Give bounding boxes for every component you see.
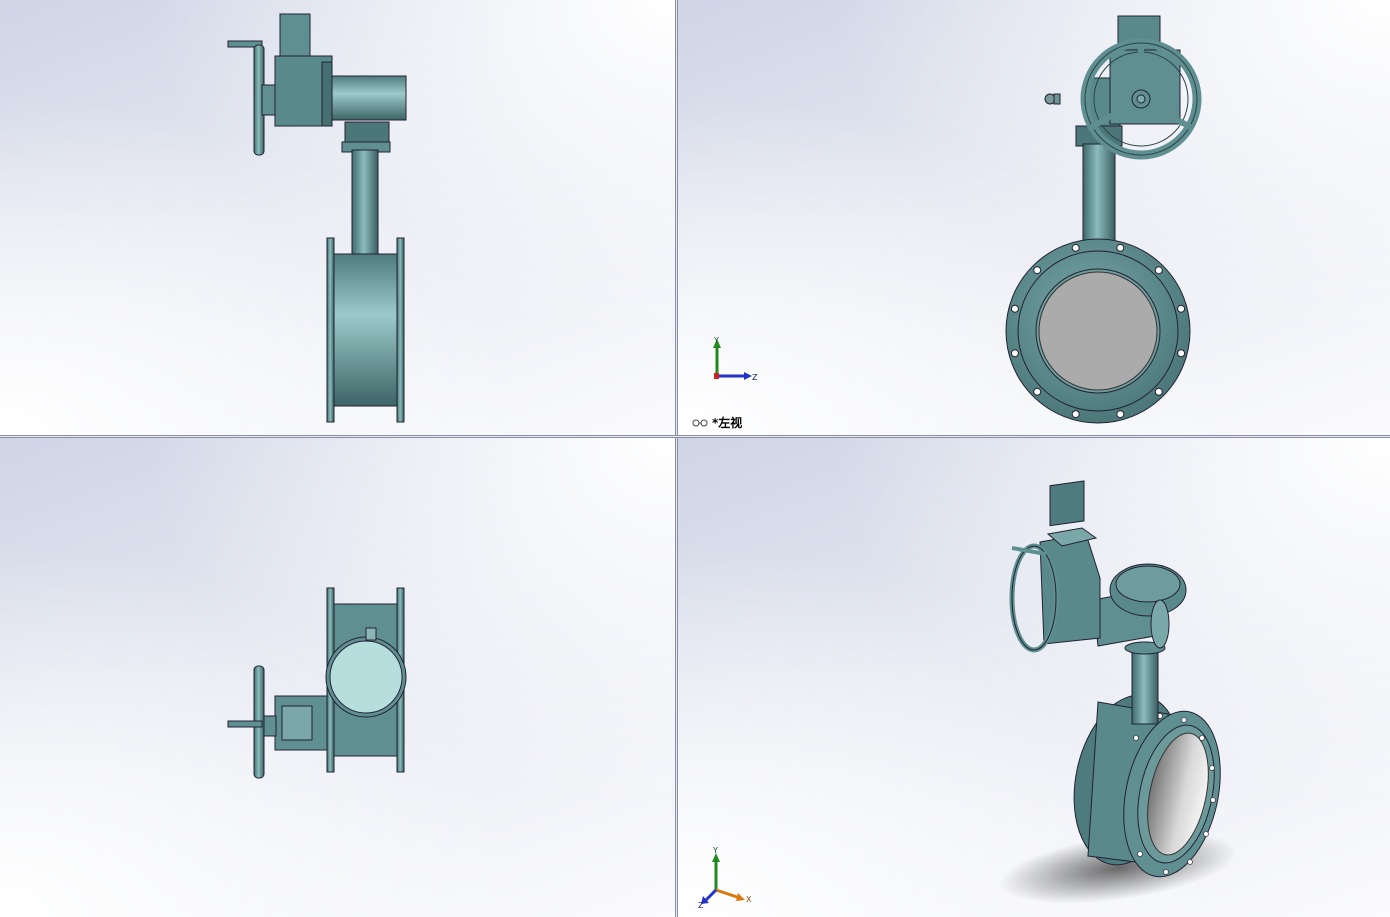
viewport-top[interactable]: [0, 438, 675, 917]
viewport-left[interactable]: Y Z *左视: [678, 0, 1390, 435]
valve-front-model[interactable]: [0, 0, 675, 435]
viewport-front[interactable]: [0, 0, 675, 435]
view-label: *左视: [692, 414, 742, 431]
bolt-hole: [1010, 304, 1019, 313]
valve-top-model[interactable]: [0, 438, 675, 917]
viewport-splitter-horizontal[interactable]: [0, 435, 1390, 438]
glasses-icon: [692, 419, 708, 426]
bolt-hole: [1071, 410, 1080, 419]
bolt-hole: [1010, 349, 1019, 358]
viewport-isometric[interactable]: Y X Z: [678, 438, 1390, 917]
triad-icon: Y X Z: [698, 846, 752, 910]
bolt-hole: [1033, 266, 1042, 275]
viewport-splitter-vertical[interactable]: [675, 0, 678, 917]
bolt-hole: [1177, 349, 1186, 358]
axis-y-label: Y: [713, 336, 719, 345]
bolt-hole: [1177, 304, 1186, 313]
view-name-text: *左视: [712, 416, 743, 430]
bolt-hole: [1116, 243, 1125, 252]
triad-icon: Y Z: [713, 336, 758, 382]
bolt-hole: [1154, 387, 1163, 396]
axis-z-label: Z: [698, 901, 704, 910]
bolt-hole: [1154, 266, 1163, 275]
axis-z-label: Z: [752, 373, 758, 382]
valve-isometric-model[interactable]: [678, 438, 1390, 917]
bolt-hole: [1033, 387, 1042, 396]
bolt-hole: [1071, 243, 1080, 252]
bolt-hole: [1116, 410, 1125, 419]
axis-y-label: Y: [712, 846, 718, 855]
axis-x-label: X: [746, 895, 752, 904]
